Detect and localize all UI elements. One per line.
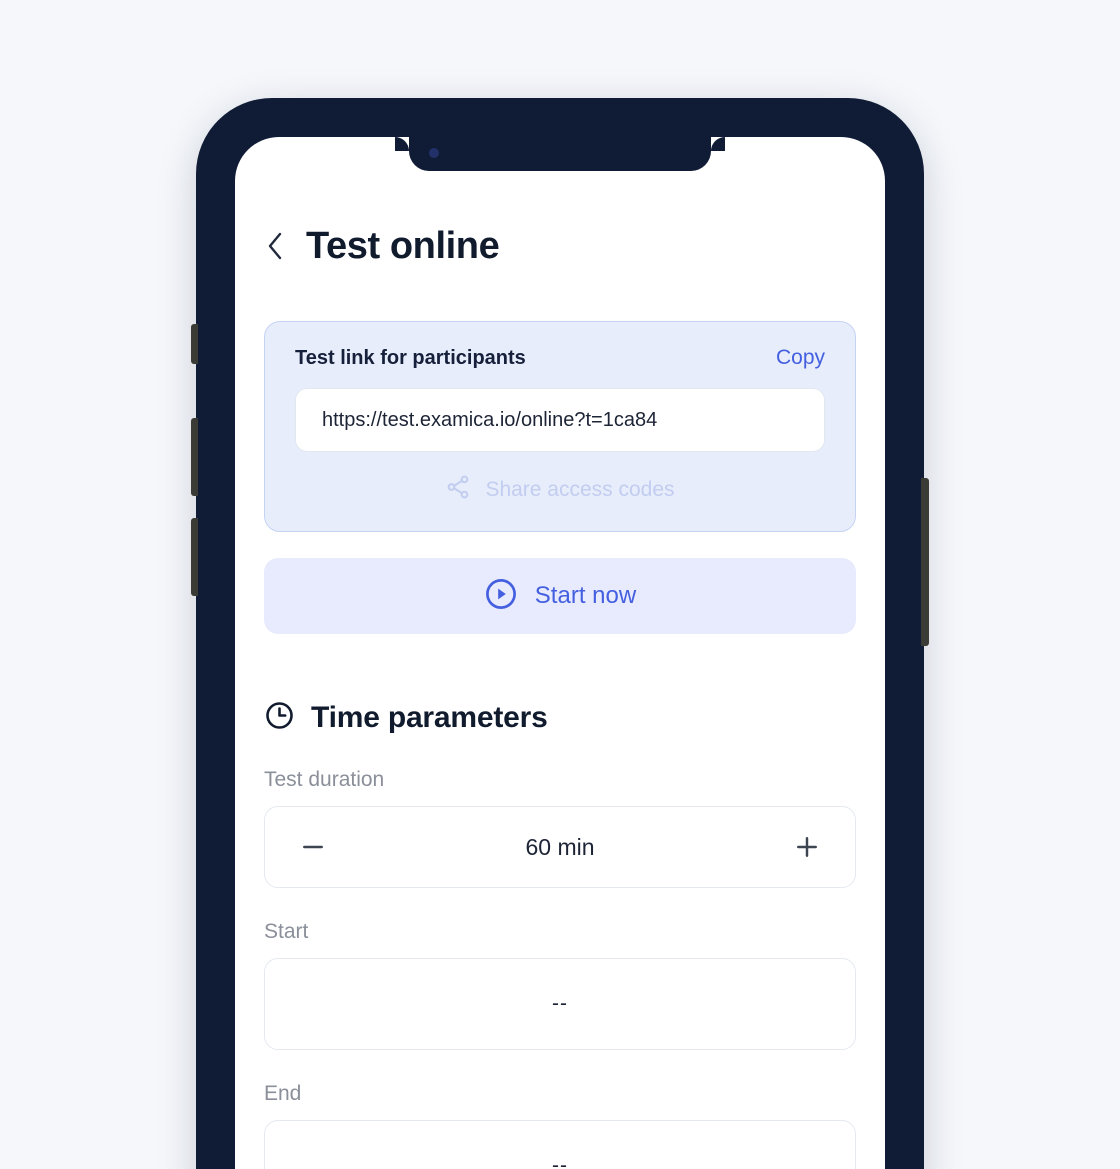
- front-camera-icon: [429, 148, 439, 158]
- play-circle-icon: [484, 577, 518, 616]
- end-datetime-value: --: [552, 1154, 568, 1169]
- chevron-left-icon[interactable]: [264, 229, 286, 263]
- phone-device-frame: Test online Test link for participants C…: [191, 98, 929, 1169]
- test-duration-label: Test duration: [264, 768, 385, 791]
- page-title: Test online: [306, 225, 500, 267]
- test-link-card: Test link for participants Copy https://…: [264, 321, 856, 532]
- test-link-card-header: Test link for participants Copy: [295, 346, 825, 370]
- power-button[interactable]: [921, 478, 929, 646]
- start-now-button[interactable]: Start now: [264, 558, 856, 634]
- test-duration-stepper: 60 min: [264, 806, 856, 888]
- page-canvas: Test online Test link for participants C…: [0, 0, 1120, 1169]
- start-datetime-field[interactable]: --: [264, 958, 856, 1050]
- share-icon: [445, 474, 471, 505]
- end-datetime-field[interactable]: --: [264, 1120, 856, 1169]
- start-datetime-value: --: [552, 992, 568, 1015]
- test-link-input[interactable]: https://test.examica.io/online?t=1ca84: [295, 388, 825, 452]
- test-duration-value: 60 min: [525, 833, 595, 860]
- start-label: Start: [264, 920, 309, 943]
- phone-notch: [395, 137, 725, 171]
- start-now-label: Start now: [534, 582, 637, 609]
- share-access-codes-button[interactable]: Share access codes: [295, 474, 825, 505]
- app-content: Test online Test link for participants C…: [235, 137, 885, 1169]
- test-link-label: Test link for participants: [295, 347, 526, 369]
- end-label: End: [264, 1082, 302, 1105]
- copy-link-button[interactable]: Copy: [776, 346, 825, 370]
- test-link-value: https://test.examica.io/online?t=1ca84: [322, 408, 658, 431]
- phone-screen: Test online Test link for participants C…: [235, 137, 885, 1169]
- time-parameters-header: Time parameters: [264, 700, 856, 736]
- clock-icon: [264, 700, 295, 736]
- time-parameters-title: Time parameters: [311, 701, 548, 734]
- silent-switch-button[interactable]: [191, 324, 198, 364]
- increment-duration-button[interactable]: [789, 829, 825, 865]
- volume-up-button[interactable]: [191, 418, 198, 496]
- decrement-duration-button[interactable]: [295, 829, 331, 865]
- volume-down-button[interactable]: [191, 518, 198, 596]
- share-access-codes-label: Share access codes: [485, 477, 675, 501]
